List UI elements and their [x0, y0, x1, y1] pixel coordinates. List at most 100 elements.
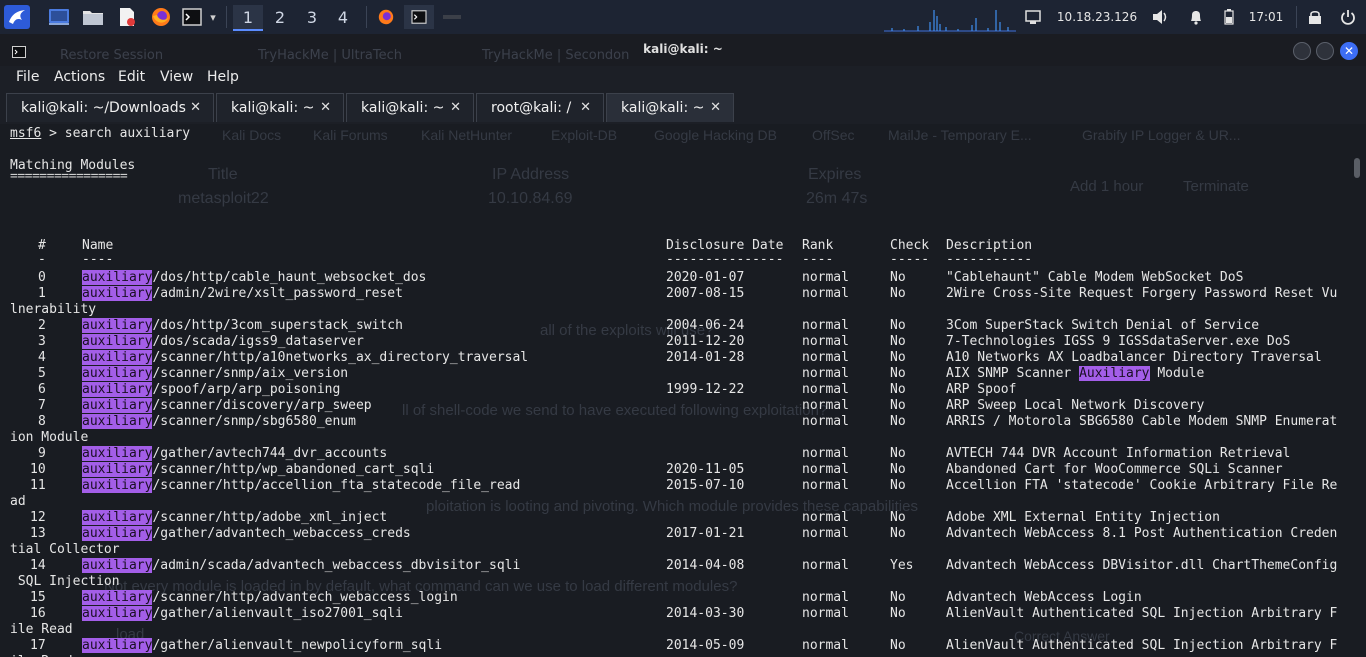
module-path: /admin/scada/advantech_webaccess_dbvisit…	[152, 558, 521, 573]
firefox-window-icon[interactable]	[374, 5, 398, 29]
module-path: /dos/http/cable_haunt_websocket_dos	[152, 270, 427, 285]
top-panel: ▾ 1 2 3 4 10.18.23.126 17:01	[0, 0, 1366, 34]
check: No	[890, 478, 906, 493]
clock: 17:01	[1248, 10, 1284, 24]
workspace-2[interactable]: 2	[265, 5, 295, 29]
description-text: "Cablehaunt" Cable Modem WebSocket DoS	[946, 270, 1244, 285]
description: Advantech WebAccess DBVisitor.dll ChartT…	[946, 558, 1337, 574]
close-icon[interactable]: ✕	[710, 100, 721, 115]
terminal-window-icon[interactable]	[404, 5, 434, 29]
close-icon[interactable]: ✕	[320, 100, 331, 115]
module-name: auxiliary/gather/alienvault_newpolicyfor…	[82, 638, 442, 654]
workspace-4[interactable]: 4	[328, 5, 358, 29]
workspace-1[interactable]: 1	[233, 5, 263, 31]
module-name: auxiliary/admin/scada/advantech_webacces…	[82, 558, 520, 574]
row-index: 3	[38, 334, 46, 349]
terminal-output[interactable]: Kali Docs Kali Forums Kali NetHunter Exp…	[0, 124, 1366, 657]
close-icon[interactable]: ✕	[190, 100, 201, 115]
menu-edit[interactable]: Edit	[118, 69, 145, 85]
rank: normal	[802, 350, 849, 365]
search-keyword-highlight: auxiliary	[82, 398, 153, 413]
disclosure-date: 2020-01-07	[666, 270, 745, 285]
close-icon: ✕	[1343, 44, 1355, 58]
row-index: 7	[38, 398, 46, 413]
workspace-3[interactable]: 3	[297, 5, 327, 29]
notification-bell-icon[interactable]	[1185, 5, 1207, 29]
description: ARRIS / Motorola SBG6580 Cable Modem SNM…	[946, 414, 1337, 430]
kali-menu-button[interactable]	[4, 5, 30, 29]
description: AlienVault Authenticated SQL Injection A…	[946, 638, 1337, 654]
description-text: ARP Spoof	[946, 382, 1017, 397]
close-icon[interactable]: ✕	[450, 100, 461, 115]
module-path: /gather/advantech_webaccess_creds	[152, 526, 411, 541]
ghost-bookmark: Kali Forums	[313, 127, 388, 143]
col-rule-desc: -----------	[946, 252, 1033, 267]
ghost-add-hour-button: Add 1 hour	[1070, 178, 1144, 195]
module-path: /scanner/http/wp_abandoned_cart_sqli	[152, 462, 435, 477]
description: Accellion FTA 'statecode' Cookie Arbitra…	[946, 478, 1337, 494]
menu-view[interactable]: View	[160, 69, 193, 85]
description-wrap: SQL Injection	[10, 574, 120, 589]
close-button[interactable]: ✕	[1340, 42, 1358, 60]
lock-icon[interactable]	[1304, 5, 1326, 29]
disclosure-date: 2020-11-05	[666, 462, 745, 477]
scrollbar-thumb[interactable]	[1354, 158, 1360, 178]
description-text: 3Com SuperStack Switch Denial of Service	[946, 318, 1260, 333]
module-name: auxiliary/dos/http/3com_superstack_switc…	[82, 318, 403, 334]
disclosure-date: 2017-01-21	[666, 526, 745, 541]
row-index: 5	[38, 366, 46, 381]
close-icon[interactable]: ✕	[580, 100, 591, 115]
module-path: /dos/scada/igss9_dataserver	[152, 334, 364, 349]
minimized-window-icon[interactable]	[440, 5, 464, 29]
module-name: auxiliary/scanner/http/a10networks_ax_di…	[82, 350, 528, 366]
disclosure-date: 2007-08-15	[666, 286, 745, 301]
description-wrap: tial Collector	[10, 542, 120, 557]
power-icon[interactable]	[1336, 5, 1360, 29]
window-titlebar[interactable]: Restore Session TryHackMe | UltraTech Tr…	[0, 34, 1366, 66]
ghost-question-2: ll of shell-code we send to have execute…	[402, 402, 828, 419]
description: "Cablehaunt" Cable Modem WebSocket DoS	[946, 270, 1243, 286]
network-graph-icon	[884, 10, 1016, 32]
row-index: 6	[38, 382, 46, 397]
volume-icon[interactable]	[1150, 5, 1172, 29]
module-name: auxiliary/spoof/arp/arp_poisoning	[82, 382, 340, 398]
ghost-val-title: metasploit22	[178, 190, 269, 207]
tab-downloads[interactable]: kali@kali: ~/Downloads ✕	[6, 93, 214, 122]
text-editor-icon[interactable]	[114, 5, 140, 29]
maximize-button[interactable]	[1316, 42, 1334, 60]
firefox-icon[interactable]	[148, 5, 174, 29]
ghost-bookmark: Kali NetHunter	[421, 127, 513, 143]
search-keyword-highlight: auxiliary	[82, 382, 153, 397]
show-desktop-icon[interactable]	[46, 5, 72, 29]
module-name: auxiliary/scanner/discovery/arp_sweep	[82, 398, 372, 414]
tab-root[interactable]: root@kali: / ✕	[476, 93, 604, 122]
search-keyword-highlight: auxiliary	[82, 510, 153, 525]
row-index: 0	[38, 270, 46, 285]
ghost-bookmark: Kali Docs	[222, 127, 282, 143]
check: No	[890, 414, 906, 429]
search-keyword-highlight: auxiliary	[82, 478, 153, 493]
terminal-launcher-icon[interactable]	[180, 5, 204, 29]
module-name: auxiliary/scanner/http/adobe_xml_inject	[82, 510, 387, 526]
file-manager-icon[interactable]	[80, 5, 106, 29]
battery-icon[interactable]	[1219, 5, 1239, 29]
tab-label: kali@kali: ~	[621, 100, 705, 116]
tab-home-2[interactable]: kali@kali: ~ ✕	[346, 93, 474, 122]
description-text: AIX SNMP Scanner	[946, 366, 1080, 381]
search-keyword-highlight: auxiliary	[82, 334, 153, 349]
tab-home-active[interactable]: kali@kali: ~ ✕	[606, 93, 734, 122]
menu-actions[interactable]: Actions	[54, 69, 105, 85]
module-name: auxiliary/scanner/http/advantech_webacce…	[82, 590, 458, 606]
chevron-down-icon[interactable]: ▾	[205, 5, 221, 29]
menu-file[interactable]: File	[16, 69, 39, 85]
description-text: AVTECH 744 DVR Account Information Retri…	[946, 446, 1291, 461]
description: 2Wire Cross-Site Request Forgery Passwor…	[946, 286, 1337, 302]
module-path: /scanner/snmp/aix_version	[152, 366, 349, 381]
minimize-button[interactable]	[1293, 42, 1311, 60]
menu-help[interactable]: Help	[207, 69, 239, 85]
module-path: /spoof/arp/arp_poisoning	[152, 382, 341, 397]
module-name: auxiliary/scanner/snmp/sbg6580_enum	[82, 414, 356, 430]
vpn-icon[interactable]	[1022, 5, 1044, 29]
disclosure-date: 2004-06-24	[666, 318, 745, 333]
tab-home-1[interactable]: kali@kali: ~ ✕	[216, 93, 344, 122]
